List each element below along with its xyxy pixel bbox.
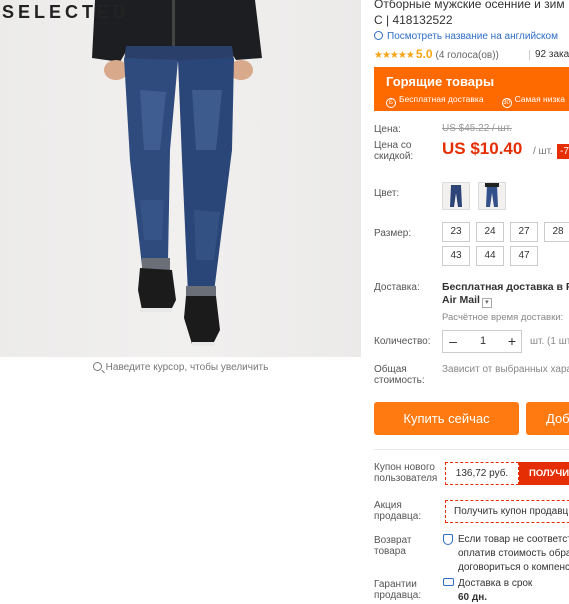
free-shipping-text: Бесплатная доставка	[399, 94, 484, 104]
translate-link-text[interactable]: Посмотреть название на английском	[387, 31, 558, 42]
size-option[interactable]: 28	[544, 222, 569, 242]
guarantee-line1: Доставка в срок	[458, 578, 533, 589]
total-label: Общая стоимость:	[374, 364, 425, 386]
returns-line2: оплатив стоимость обра	[458, 548, 569, 559]
hot-deals-banner[interactable]: Горящие товары Б Бесплатная доставка 30 Сам…	[374, 67, 569, 111]
rating[interactable]: ★★★★★ 5.0 (4 голоса(ов))	[374, 47, 499, 61]
total-value: Зависит от выбранных хара	[442, 364, 569, 375]
shipping-label: Доставка:	[374, 282, 420, 293]
divider	[374, 449, 569, 450]
rating-votes[interactable]: (4 голоса(ов))	[436, 50, 499, 61]
returns-line1: Если товар не соответст	[458, 534, 569, 545]
quantity-minus-button[interactable]: –	[443, 331, 463, 352]
returns-policy: Если товар не соответст оплатив стоимост…	[458, 533, 569, 575]
quantity-input[interactable]: 1	[463, 331, 503, 352]
color-swatch-dark-blue[interactable]	[442, 182, 470, 210]
discount-badge: -7	[557, 144, 569, 159]
size-label: Размер:	[374, 228, 412, 239]
returns-label: Возврат товара	[374, 535, 412, 557]
truck-icon	[443, 578, 454, 586]
new-user-coupon-value: 136,72 руб.	[445, 462, 519, 485]
color-label: Цвет:	[374, 188, 400, 199]
zoom-hint-text: Наведите курсор, чтобы увеличить	[105, 362, 269, 373]
brand-logo: SELECTED	[2, 2, 131, 22]
shipping-method[interactable]: Бесплатная доставка в Ru Air Mail ▾	[442, 281, 569, 308]
shipping-method-line1: Бесплатная доставка в Ru	[442, 281, 569, 293]
jeans-thumbnail-icon	[450, 185, 462, 207]
color-swatch-blue[interactable]	[478, 182, 506, 210]
get-coupon-button[interactable]: ПОЛУЧИ	[519, 462, 569, 485]
quantity-stepper[interactable]: – 1 +	[442, 330, 522, 353]
product-image[interactable]: SELECTED	[0, 0, 361, 357]
globe-icon	[374, 31, 383, 40]
seller-coupon-button[interactable]: Получить купон продавц	[445, 500, 569, 523]
guarantee-line2: 60 дн.	[458, 592, 488, 603]
discount-price-label: Цена со скидкой:	[374, 140, 414, 162]
hot-deals-features: Б Бесплатная доставка 30 Самая низка	[386, 94, 565, 108]
size-option[interactable]: 47	[510, 246, 538, 266]
star-rating-icon: ★★★★★	[374, 50, 415, 61]
translate-link[interactable]: Посмотреть название на английском	[374, 31, 558, 42]
jeans-thumbnail-icon	[485, 183, 499, 207]
shipping-method-line2: Air Mail	[442, 294, 480, 306]
returns-line3: договориться о компенс	[458, 562, 569, 573]
seller-promo-label: Акция продавца:	[374, 500, 422, 522]
sale-price: US $10.40	[442, 139, 523, 158]
chevron-down-icon[interactable]: ▾	[481, 298, 492, 308]
quantity-plus-button[interactable]: +	[502, 331, 522, 352]
price-unit: / шт.	[533, 146, 553, 157]
lowest-price-icon: 30	[501, 98, 512, 108]
old-price: US $45.22 / шт.	[442, 123, 512, 134]
zoom-hint: Наведите курсор, чтобы увеличить	[0, 362, 361, 373]
quantity-label: Количество:	[374, 336, 431, 347]
quantity-unit: шт. (1 шт	[530, 336, 569, 347]
size-option[interactable]: 44	[476, 246, 504, 266]
new-user-coupon-label: Купон нового пользователя	[374, 462, 438, 484]
hot-deals-title: Горящие товары	[386, 74, 495, 89]
guarantee-info: Доставка в срок 60 дн.	[458, 577, 532, 604]
shield-icon	[443, 534, 453, 545]
price-label: Цена:	[374, 124, 401, 135]
rating-value: 5.0	[415, 47, 433, 61]
orders-count: 92 зака	[528, 49, 569, 60]
size-option[interactable]: 24	[476, 222, 504, 242]
size-option[interactable]: 43	[442, 246, 470, 266]
buy-now-button[interactable]: Купить сейчас	[374, 402, 519, 435]
guarantee-label: Гарантии продавца:	[374, 579, 422, 601]
free-shipping-icon: Б	[386, 98, 396, 108]
size-option[interactable]: 23	[442, 222, 470, 242]
jeans-model-illustration	[92, 0, 262, 346]
magnifier-icon	[92, 362, 102, 371]
product-title-line2: С | 418132522	[374, 13, 453, 27]
brand-mark	[121, 4, 123, 18]
product-title: Отборные мужские осенние и зим С | 41813…	[374, 0, 569, 28]
add-to-cart-button[interactable]: Доб	[526, 402, 569, 435]
lowest-price-text: Самая низка	[514, 94, 566, 104]
delivery-time: Расчётное время доставки:	[442, 312, 564, 323]
product-title-line1: Отборные мужские осенние и зим	[374, 0, 565, 11]
size-option[interactable]: 27	[510, 222, 538, 242]
